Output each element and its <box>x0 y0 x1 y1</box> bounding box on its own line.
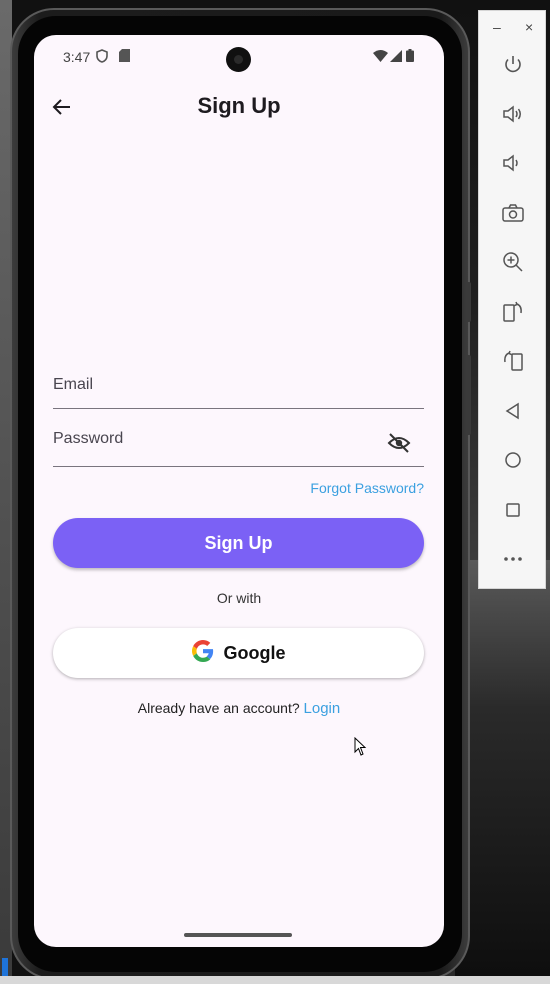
wifi-icon <box>373 49 388 65</box>
sign-up-button[interactable]: Sign Up <box>53 518 424 568</box>
zoom-icon[interactable] <box>501 250 525 274</box>
status-time: 3:47 <box>63 49 91 65</box>
close-button[interactable]: × <box>525 19 533 35</box>
phone-side-button-volume <box>466 355 471 435</box>
page-title: Sign Up <box>197 93 281 118</box>
mouse-cursor-icon <box>354 737 367 756</box>
battery-icon <box>406 49 414 65</box>
signal-icon <box>390 49 402 65</box>
taskbar-app-icon[interactable] <box>2 958 8 976</box>
email-field-underline <box>53 408 424 409</box>
google-button-label: Google <box>223 642 286 663</box>
overview-square-icon[interactable] <box>501 498 525 522</box>
os-taskbar <box>0 976 550 984</box>
password-field-underline <box>53 466 424 467</box>
app-screen: 3:47 Sign Up Email Password Forgot Passw… <box>34 35 444 947</box>
gesture-home-bar[interactable] <box>184 933 292 937</box>
status-bar: 3:47 <box>34 35 444 79</box>
forgot-password-link[interactable]: Forgot Password? <box>310 480 424 496</box>
or-with-divider-text: Or with <box>216 590 262 606</box>
emulator-toolbar: – × <box>478 10 546 589</box>
power-icon[interactable] <box>501 53 525 77</box>
login-link[interactable]: Login <box>304 700 341 717</box>
password-field[interactable] <box>53 427 383 461</box>
rotate-left-icon[interactable] <box>501 300 525 324</box>
more-options-icon[interactable] <box>501 547 525 571</box>
google-logo-icon <box>191 639 214 667</box>
minimize-button[interactable]: – <box>493 19 501 35</box>
sd-card-icon <box>119 49 130 65</box>
visibility-off-icon[interactable] <box>387 432 413 454</box>
login-prompt: Already have an account? Login <box>34 700 444 717</box>
back-triangle-icon[interactable] <box>501 399 525 423</box>
home-circle-icon[interactable] <box>501 448 525 472</box>
volume-up-icon[interactable] <box>501 102 525 126</box>
shield-icon <box>96 49 108 66</box>
camera-icon[interactable] <box>501 201 525 225</box>
rotate-right-icon[interactable] <box>501 349 525 373</box>
login-prompt-text: Already have an account? <box>137 700 300 716</box>
front-camera <box>226 47 251 72</box>
phone-side-button-power <box>466 282 471 322</box>
volume-down-icon[interactable] <box>501 151 525 175</box>
google-sign-in-button[interactable]: Google <box>53 628 424 678</box>
email-field[interactable] <box>53 373 383 407</box>
